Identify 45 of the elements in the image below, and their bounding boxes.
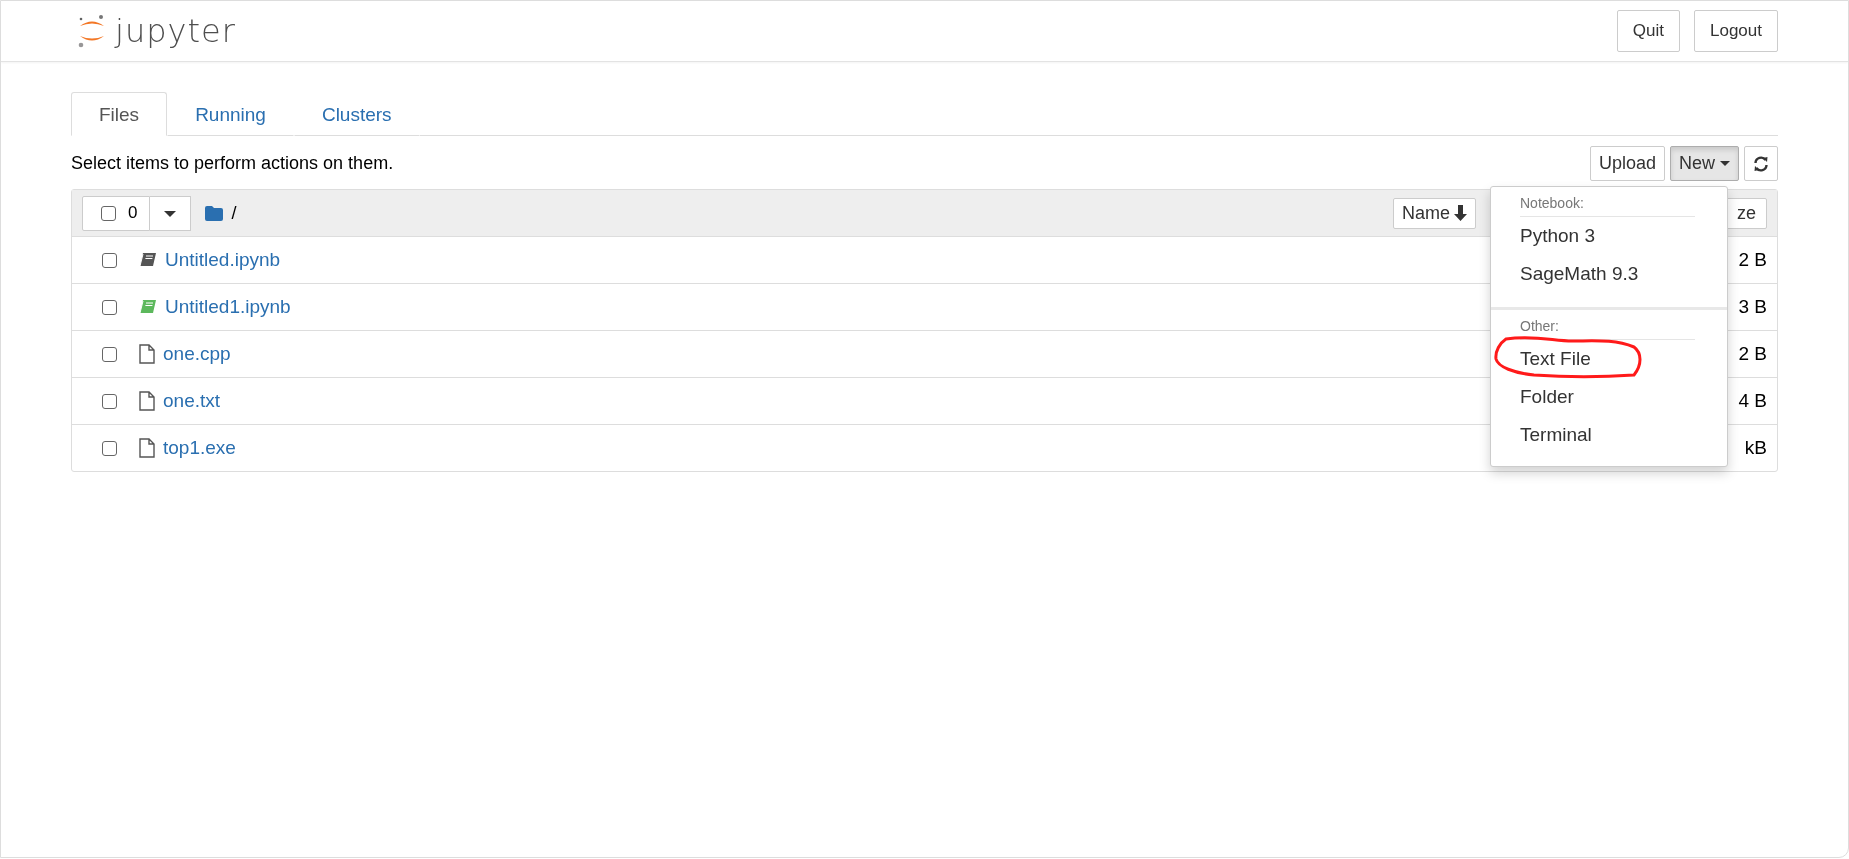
header-button[interactable]: Logout [1694,10,1778,52]
breadcrumb-path[interactable]: / [231,202,237,224]
file-link[interactable]: Untitled1.ipynb [165,296,291,318]
file-icon [139,391,155,411]
menu-item[interactable]: Text File [1491,340,1727,378]
menu-item[interactable]: SageMath 9.3 [1491,255,1727,293]
menu-heading: Notebook: [1520,195,1695,217]
checkbox[interactable] [102,299,117,315]
checkbox[interactable] [102,393,117,409]
refresh-icon [1753,155,1769,172]
folder-icon [205,205,224,221]
selected-count: 0 [128,203,138,223]
file-size: 3 B [1738,296,1767,318]
dropdown-button[interactable] [150,195,192,231]
tab[interactable]: Running [167,92,294,136]
file-size: 4 B [1738,390,1767,412]
header-button[interactable]: Quit [1616,10,1680,52]
select-all-button[interactable]: 0 [82,195,151,231]
refresh-button[interactable] [1744,146,1778,181]
hint-text: Select items to perform actions on them. [71,153,394,174]
new-button[interactable]: New [1670,146,1739,181]
logo-text: jupyter [115,12,236,50]
checkbox[interactable] [102,346,117,362]
tab[interactable]: Clusters [293,92,420,136]
checkbox[interactable] [102,252,117,268]
file-link[interactable]: one.txt [163,390,221,412]
tab[interactable]: Files [71,92,168,136]
file-link[interactable]: one.cpp [163,343,231,365]
file-size: 2 B [1738,343,1767,365]
caret-icon [1720,160,1730,167]
file-icon [139,438,155,458]
menu-heading: Other: [1520,318,1695,340]
name-sort-button[interactable]: Name [1392,197,1476,229]
file-icon [139,344,155,364]
caret-icon [164,210,177,218]
checkbox[interactable] [102,440,117,456]
file-size: kB [1744,437,1767,459]
menu-item[interactable]: Terminal [1491,416,1727,454]
upload-button[interactable]: Upload [1589,146,1665,181]
file-link[interactable]: top1.exe [163,437,236,459]
file-size: 2 B [1738,249,1767,271]
file-link[interactable]: Untitled.ipynb [165,249,281,271]
menu-item[interactable]: Folder [1491,378,1727,416]
checkbox[interactable] [101,205,116,221]
down-arrow-icon [1454,205,1467,221]
